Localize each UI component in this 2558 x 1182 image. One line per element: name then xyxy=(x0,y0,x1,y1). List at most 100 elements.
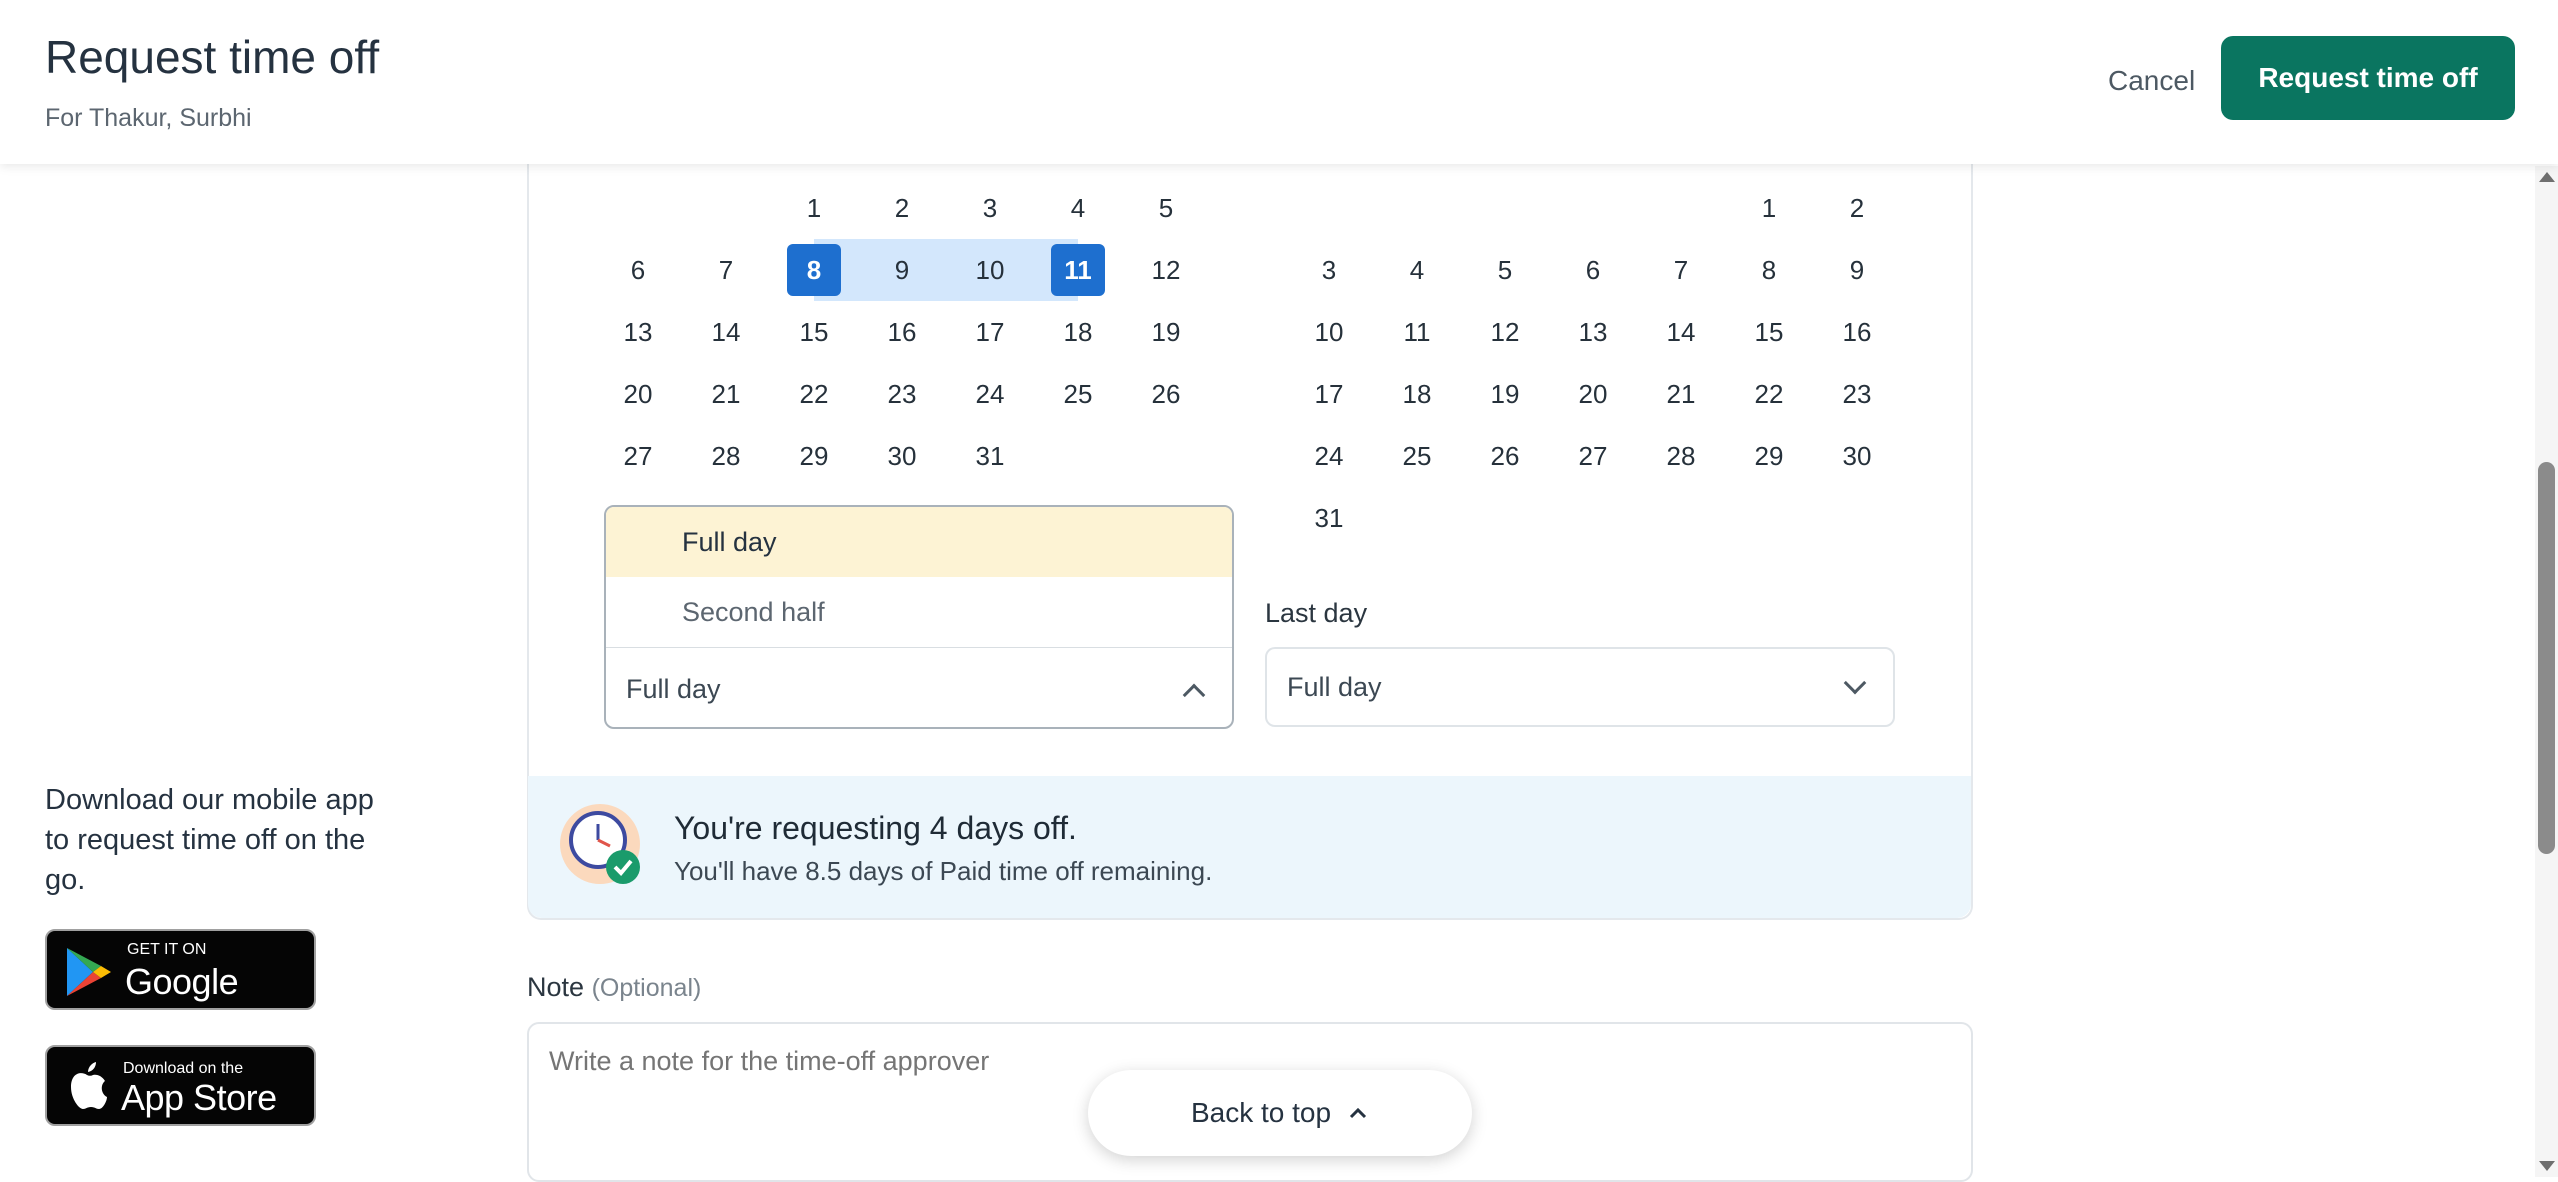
day-number: 10 xyxy=(975,254,1005,285)
calendar-left-day-18[interactable]: 18 xyxy=(1034,301,1122,363)
day-number: 14 xyxy=(711,316,741,347)
calendar-left-day-7[interactable]: 7 xyxy=(682,239,770,301)
calendar-left-day-24[interactable]: 24 xyxy=(946,363,1034,425)
calendar-right-day-23[interactable]: 23 xyxy=(1813,363,1901,425)
calendar-left-day-5[interactable]: 5 xyxy=(1122,177,1210,239)
calendar-left-day-23[interactable]: 23 xyxy=(858,363,946,425)
dropdown-option-second-half[interactable]: Second half xyxy=(606,577,1232,647)
calendar-right-day-4[interactable]: 4 xyxy=(1373,239,1461,301)
day-number: 17 xyxy=(975,316,1005,347)
calendar-right-day-7[interactable]: 7 xyxy=(1637,239,1725,301)
calendar-left-day-3[interactable]: 3 xyxy=(946,177,1034,239)
calendar-right-empty-cell xyxy=(1549,487,1637,549)
day-number: 7 xyxy=(718,254,734,285)
calendar-right-day-30[interactable]: 30 xyxy=(1813,425,1901,487)
calendar-left-day-4[interactable]: 4 xyxy=(1034,177,1122,239)
calendar-left-day-31[interactable]: 31 xyxy=(946,425,1034,487)
calendar-left-day-1[interactable]: 1 xyxy=(770,177,858,239)
calendar-left-day-29[interactable]: 29 xyxy=(770,425,858,487)
back-to-top-button[interactable]: Back to top xyxy=(1088,1070,1472,1156)
calendar-left-day-2[interactable]: 2 xyxy=(858,177,946,239)
calendar-left-day-22[interactable]: 22 xyxy=(770,363,858,425)
calendar-left-day-15[interactable]: 15 xyxy=(770,301,858,363)
calendar-left-day-21[interactable]: 21 xyxy=(682,363,770,425)
calendar-right-day-21[interactable]: 21 xyxy=(1637,363,1725,425)
calendar-right-day-14[interactable]: 14 xyxy=(1637,301,1725,363)
calendar-right-day-6[interactable]: 6 xyxy=(1549,239,1637,301)
calendar-right-day-27[interactable]: 27 xyxy=(1549,425,1637,487)
calendar-right-day-20[interactable]: 20 xyxy=(1549,363,1637,425)
day-number: 23 xyxy=(887,378,917,409)
calendar-right-day-26[interactable]: 26 xyxy=(1461,425,1549,487)
calendar-left-day-6[interactable]: 6 xyxy=(594,239,682,301)
calendar-right-day-25[interactable]: 25 xyxy=(1373,425,1461,487)
calendar-right-day-8[interactable]: 8 xyxy=(1725,239,1813,301)
calendar-right-empty-cell xyxy=(1637,487,1725,549)
calendar-left-day-28[interactable]: 28 xyxy=(682,425,770,487)
calendar-right-day-28[interactable]: 28 xyxy=(1637,425,1725,487)
scroll-up-arrow-icon[interactable] xyxy=(2539,172,2555,182)
calendar-right-day-22[interactable]: 22 xyxy=(1725,363,1813,425)
calendar-right-day-1[interactable]: 1 xyxy=(1725,177,1813,239)
calendar-right-day-10[interactable]: 10 xyxy=(1285,301,1373,363)
calendar-left-day-14[interactable]: 14 xyxy=(682,301,770,363)
calendar-right-day-31[interactable]: 31 xyxy=(1285,487,1373,549)
calendar-left-day-27[interactable]: 27 xyxy=(594,425,682,487)
day-number: 15 xyxy=(1754,316,1784,347)
calendar-right-day-3[interactable]: 3 xyxy=(1285,239,1373,301)
first-day-dropdown[interactable]: Full day Second half Full day xyxy=(604,505,1234,729)
calendar-right-day-12[interactable]: 12 xyxy=(1461,301,1549,363)
day-number: 22 xyxy=(799,378,829,409)
calendar-right-day-16[interactable]: 16 xyxy=(1813,301,1901,363)
app-store-button[interactable]: Download on the App Store xyxy=(45,1045,316,1126)
calendar-right-empty-cell xyxy=(1373,487,1461,549)
calendar-right-day-11[interactable]: 11 xyxy=(1373,301,1461,363)
cancel-button[interactable]: Cancel xyxy=(2108,60,2195,102)
calendar-left-day-17[interactable]: 17 xyxy=(946,301,1034,363)
day-number: 18 xyxy=(1402,378,1432,409)
calendar-left-day-12[interactable]: 12 xyxy=(1122,239,1210,301)
google-play-small-text: GET IT ON xyxy=(127,941,207,958)
calendar-right-day-5[interactable]: 5 xyxy=(1461,239,1549,301)
calendar-left-day-10[interactable]: 10 xyxy=(946,239,1034,301)
calendar-left-day-20[interactable]: 20 xyxy=(594,363,682,425)
calendar-left-day-11[interactable]: 11 xyxy=(1034,239,1122,301)
calendar-left-day-9[interactable]: 9 xyxy=(858,239,946,301)
scroll-down-arrow-icon[interactable] xyxy=(2539,1161,2555,1171)
day-number: 31 xyxy=(1314,502,1344,533)
calendar-right-day-15[interactable]: 15 xyxy=(1725,301,1813,363)
dropdown-option-full-day[interactable]: Full day xyxy=(606,507,1232,577)
request-time-off-button[interactable]: Request time off xyxy=(2221,36,2515,120)
calendar-right-day-19[interactable]: 19 xyxy=(1461,363,1549,425)
calendar-left-day-16[interactable]: 16 xyxy=(858,301,946,363)
day-number: 13 xyxy=(623,316,653,347)
calendar-right-day-18[interactable]: 18 xyxy=(1373,363,1461,425)
calendar-left-day-13[interactable]: 13 xyxy=(594,301,682,363)
calendar-right-day-24[interactable]: 24 xyxy=(1285,425,1373,487)
clock-check-icon xyxy=(560,804,640,884)
calendar-left-day-26[interactable]: 26 xyxy=(1122,363,1210,425)
day-number: 9 xyxy=(1849,254,1865,285)
calendar-right-day-29[interactable]: 29 xyxy=(1725,425,1813,487)
day-number: 31 xyxy=(975,440,1005,471)
page-title: Request time off xyxy=(45,31,380,83)
page-subtitle: For Thakur, Surbhi xyxy=(45,104,252,132)
calendar-right-empty-cell xyxy=(1725,487,1813,549)
google-play-button[interactable]: GET IT ON Google Play xyxy=(45,929,316,1044)
day-number: 19 xyxy=(1151,316,1181,347)
day-number: 10 xyxy=(1314,316,1344,347)
calendar-left-day-8[interactable]: 8 xyxy=(770,239,858,301)
calendar-left-day-25[interactable]: 25 xyxy=(1034,363,1122,425)
calendar-left-day-30[interactable]: 30 xyxy=(858,425,946,487)
calendar-right-day-2[interactable]: 2 xyxy=(1813,177,1901,239)
last-day-select[interactable]: Full day xyxy=(1265,647,1895,727)
first-day-select-value[interactable]: Full day xyxy=(606,649,1232,727)
calendar-right-empty-cell xyxy=(1813,487,1901,549)
chevron-up-icon xyxy=(1349,1107,1367,1119)
google-play-big-text: Google Play xyxy=(125,961,239,1044)
calendar-right-day-13[interactable]: 13 xyxy=(1549,301,1637,363)
scrollbar-thumb[interactable] xyxy=(2538,462,2555,854)
calendar-right-day-9[interactable]: 9 xyxy=(1813,239,1901,301)
calendar-right-day-17[interactable]: 17 xyxy=(1285,363,1373,425)
calendar-left-day-19[interactable]: 19 xyxy=(1122,301,1210,363)
